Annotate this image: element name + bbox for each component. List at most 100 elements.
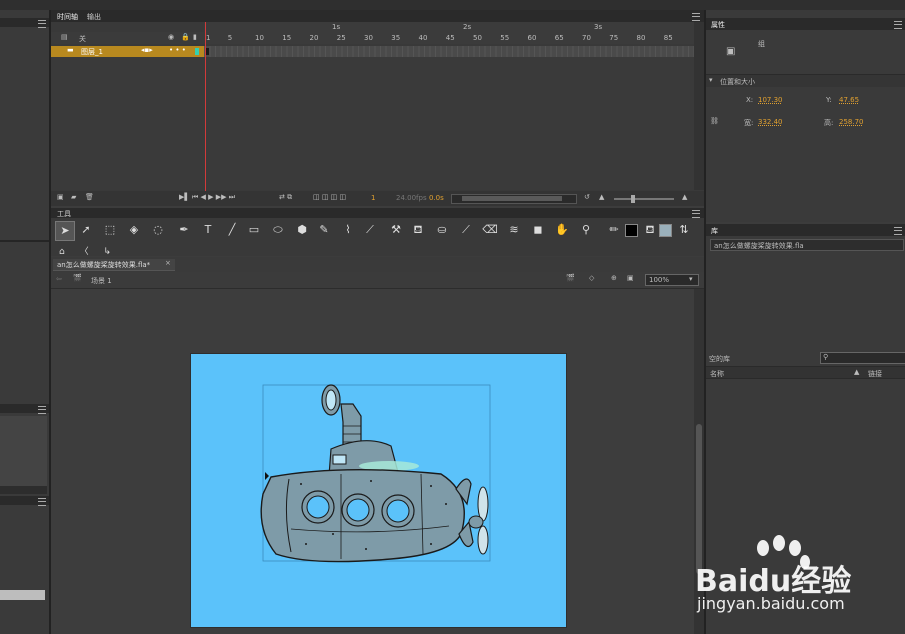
center-frame-icon[interactable]: ↺ [584, 193, 590, 201]
subselection-tool-icon[interactable]: ➚ [77, 221, 95, 239]
time-value[interactable]: 0.0s [429, 194, 444, 202]
dock-divider-left[interactable] [49, 10, 51, 634]
scene-label[interactable]: 场景 1 [91, 276, 112, 286]
library-tab[interactable]: 库 [711, 226, 718, 236]
text-tool-icon[interactable]: T [199, 221, 217, 239]
free-transform-icon[interactable]: ⬚ [101, 221, 119, 239]
lasso-icon[interactable]: ◌ [149, 221, 167, 239]
scroll-thumb[interactable] [462, 196, 562, 201]
3d-rotation-icon[interactable]: ◈ [125, 221, 143, 239]
selection-tool-icon[interactable]: ➤ [55, 221, 75, 241]
center-stage-icon[interactable]: ⊕ [611, 274, 617, 282]
library-menu-icon[interactable] [894, 227, 902, 235]
edit-symbol-icon[interactable]: ◇ [589, 274, 594, 282]
playback-controls[interactable]: ▶▌ ⏮ ◀ ▶ ▶▶ ⏭ [179, 193, 235, 202]
tools-menu-icon[interactable] [692, 210, 700, 218]
zoom-value: 100% [649, 276, 670, 284]
library-tab-bar: 库 [706, 224, 905, 236]
lock-icon[interactable]: 🔒 [181, 33, 190, 41]
layer-color-swatch[interactable] [195, 48, 199, 55]
bone-tool-icon[interactable]: ⚒ [387, 221, 405, 239]
empty-layer-area [51, 57, 694, 190]
polystar-tool-icon[interactable]: ⬢ [293, 221, 311, 239]
sort-icon[interactable]: ▲ [854, 368, 859, 376]
column-name[interactable]: 名称 [710, 369, 724, 379]
layer-row[interactable]: ▬ 图层_1 ◂▪▸ • • • [51, 46, 204, 57]
playhead[interactable] [205, 22, 206, 192]
tab-output[interactable]: 输出 [87, 12, 101, 22]
left-slider[interactable] [0, 590, 45, 600]
section-toggle-icon[interactable]: ▾ [709, 76, 713, 84]
delete-layer-icon[interactable]: 🗑 [85, 193, 94, 201]
pen-tool-icon[interactable]: ✒ [175, 221, 193, 239]
stage[interactable] [190, 353, 567, 628]
current-frame[interactable]: 1 [371, 194, 375, 202]
line-tool-icon[interactable]: ╱ [223, 221, 241, 239]
fill-color-icon[interactable]: ⛾ [641, 221, 659, 239]
brush-tool-icon[interactable]: ⟋ [361, 221, 379, 239]
timeline-menu-icon[interactable] [692, 13, 700, 21]
paint-brush-icon[interactable]: ⌇ [339, 221, 357, 239]
document-title[interactable]: an怎么做螺旋桨旋转效果.fla* [57, 260, 150, 270]
library-search-input[interactable]: ⚲ [820, 352, 905, 364]
fps-value[interactable]: 24.00fps [396, 194, 427, 202]
w-label: 宽: [744, 119, 754, 127]
library-file-select[interactable]: an怎么做螺旋桨旋转效果.fla [710, 239, 904, 251]
timeline-vscroll[interactable] [694, 22, 704, 190]
document-tab[interactable]: an怎么做螺旋桨旋转效果.fla* × [53, 259, 175, 271]
onion-skin-icons[interactable]: ◫ ◫ ◫ ◫ [313, 193, 346, 201]
layers-icon: ▤ [61, 33, 68, 41]
snap-icon[interactable]: ⌂ [59, 247, 65, 257]
smooth-icon[interactable]: 〈 [80, 247, 89, 257]
y-value[interactable]: 47.65 [839, 96, 859, 104]
properties-tab[interactable]: 属性 [711, 20, 725, 30]
zoom-in-icon[interactable]: ▲ [682, 193, 687, 201]
second-mark-2s: 2s [463, 23, 472, 31]
pencil-tool-icon[interactable]: ✎ [315, 221, 333, 239]
chevron-down-icon: ▾ [689, 275, 693, 283]
position-size-section[interactable]: ▾ 位置和大小 [706, 74, 905, 87]
zoom-slider[interactable] [614, 195, 674, 203]
x-value[interactable]: 107.30 [758, 96, 783, 104]
link-aspect-icon[interactable]: ⛓ [710, 117, 719, 125]
frame-ruler[interactable]: 1s 2s 3s 1 5 10 15 20 25 30 35 40 45 50 55 60 65 70 75 8… [204, 22, 694, 44]
straighten-icon[interactable]: ↳ [103, 247, 111, 257]
properties-menu-icon[interactable] [894, 21, 902, 29]
loop-icons[interactable]: ⇄ ⧉ [279, 193, 292, 202]
submarine-illustration[interactable] [191, 354, 566, 627]
zoom-slider-thumb[interactable] [631, 195, 635, 203]
stroke-color-swatch[interactable] [625, 224, 638, 237]
paint-bucket-icon[interactable]: ⛾ [409, 221, 427, 239]
zoom-out-icon[interactable]: ▲ [599, 193, 604, 201]
swap-colors-icon[interactable]: ⇅ [675, 221, 693, 239]
zoom-tool-icon[interactable]: ⚲ [577, 221, 595, 239]
clip-stage-icon[interactable]: ▣ [627, 274, 634, 282]
left-scrollbar[interactable] [0, 486, 47, 494]
frame-track[interactable] [204, 46, 694, 57]
keyframe-marker[interactable] [206, 48, 209, 55]
camera-icon[interactable]: ◼ [529, 221, 547, 239]
rectangle-tool-icon[interactable]: ▭ [245, 221, 263, 239]
ink-bottle-icon[interactable]: ⛀ [433, 221, 451, 239]
outline-icon[interactable]: ▮ [193, 33, 197, 41]
new-folder-icon[interactable]: ▰ [71, 193, 76, 201]
hand-tool-icon[interactable]: ✋ [553, 221, 571, 239]
back-arrow-icon[interactable]: ⇦ [56, 275, 62, 283]
edit-scene-icon[interactable]: 🎬 [566, 274, 575, 282]
layer-name[interactable]: 图层_1 [81, 47, 103, 57]
timeline-hscroll[interactable] [451, 194, 577, 204]
oval-tool-icon[interactable]: ⬭ [269, 221, 287, 239]
zoom-select[interactable]: 100% ▾ [645, 274, 699, 286]
width-tool-icon[interactable]: ≋ [505, 221, 523, 239]
tab-timeline[interactable]: 时间轴 [57, 12, 78, 22]
eyedropper-icon[interactable]: ⟋ [457, 221, 475, 239]
fill-color-swatch[interactable] [659, 224, 672, 237]
w-value[interactable]: 332.40 [758, 118, 783, 126]
new-layer-icon[interactable]: ▣ [57, 193, 64, 201]
stroke-color-icon[interactable]: ✏ [605, 221, 623, 239]
eraser-icon[interactable]: ⌫ [481, 221, 499, 239]
column-link[interactable]: 链接 [868, 369, 882, 379]
close-tab-icon[interactable]: × [165, 259, 171, 267]
h-value[interactable]: 258.70 [839, 118, 864, 126]
eye-icon[interactable]: ◉ [168, 33, 174, 41]
